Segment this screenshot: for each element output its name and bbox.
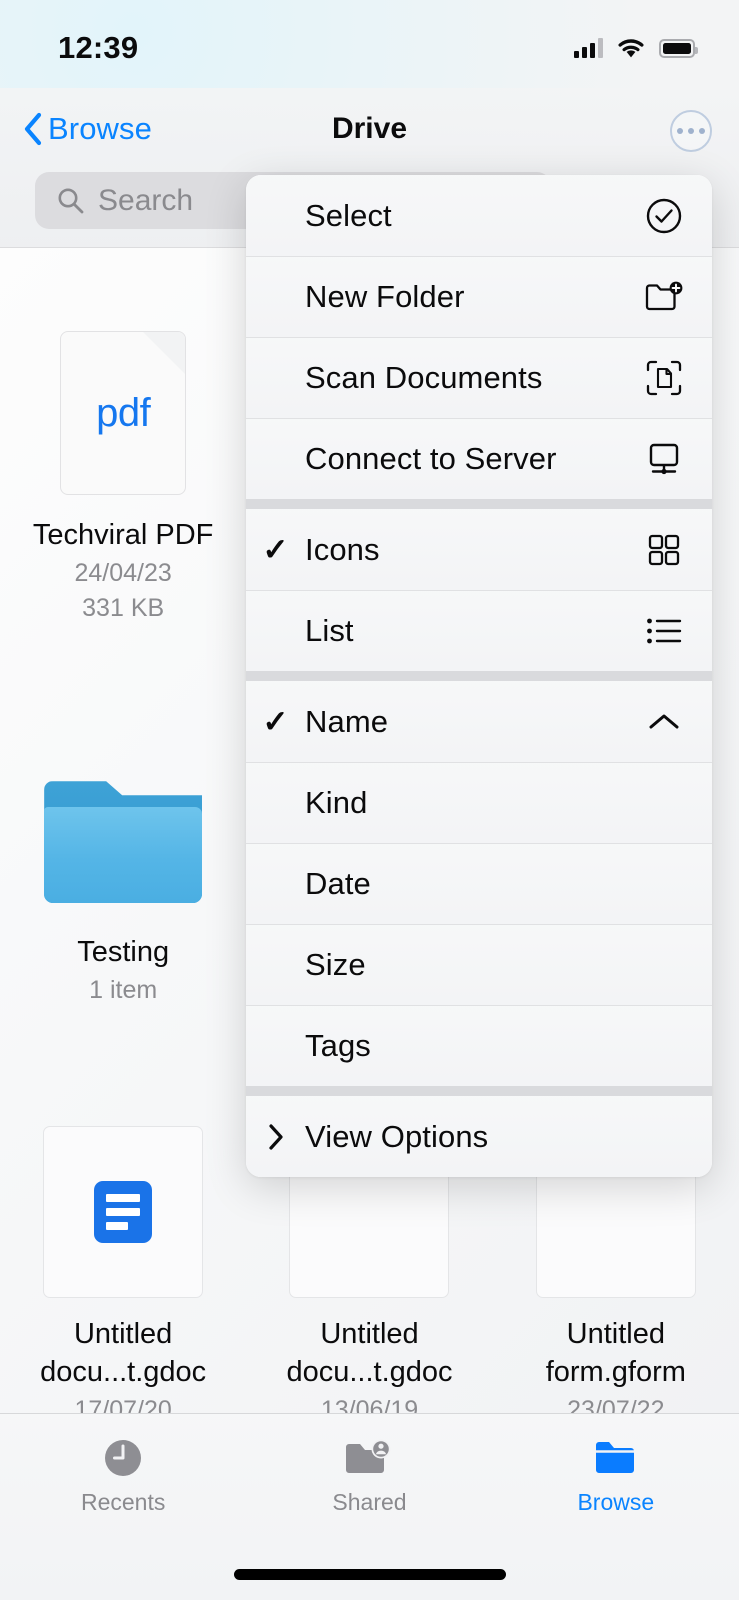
gdoc-glyph (94, 1181, 152, 1243)
file-date: 17/07/20 (75, 1394, 172, 1414)
menu-item-sort-kind[interactable]: Kind (246, 762, 712, 843)
menu-item-select[interactable]: Select (246, 175, 712, 256)
folder-filled-icon (590, 1434, 642, 1482)
search-icon (57, 187, 84, 214)
menu-separator (246, 499, 712, 509)
file-size: 331 KB (82, 592, 164, 625)
menu-item-sort-name[interactable]: ✓ Name (246, 681, 712, 762)
menu-item-connect-to-server[interactable]: Connect to Server (246, 418, 712, 499)
file-tile-pdf[interactable]: pdf Techviral PDF 24/04/23 331 KB (0, 318, 246, 625)
thumbnail (43, 1117, 203, 1307)
thumbnail (43, 735, 203, 925)
menu-item-view-options[interactable]: View Options (246, 1096, 712, 1177)
file-item-count: 1 item (89, 974, 157, 1007)
status-bar-time: 12:39 (58, 30, 138, 66)
menu-separator (246, 1086, 712, 1096)
ellipsis-dot (699, 128, 705, 134)
clock-icon (101, 1434, 145, 1482)
file-name: Untitled form.gform (511, 1316, 721, 1391)
thumbnail: pdf (43, 318, 203, 508)
menu-item-label: List (305, 613, 642, 649)
menu-checkmark: ✓ (246, 532, 305, 568)
checkmark-circle-icon (642, 197, 686, 235)
scan-document-icon (642, 359, 686, 397)
tab-recents[interactable]: Recents (38, 1434, 208, 1516)
menu-item-label: Scan Documents (305, 360, 642, 396)
menu-item-label: New Folder (305, 279, 642, 315)
menu-item-sort-tags[interactable]: Tags (246, 1005, 712, 1086)
folder-person-icon (343, 1434, 395, 1482)
file-date: 13/06/19 (321, 1394, 418, 1414)
tab-browse[interactable]: Browse (531, 1434, 701, 1516)
status-bar-indicators (574, 37, 695, 59)
tab-bar: Recents Shared Browse (0, 1413, 739, 1600)
folder-icon (44, 781, 202, 903)
page-title: Drive (0, 88, 739, 170)
menu-item-sort-size[interactable]: Size (246, 924, 712, 1005)
file-tile-gdoc-1[interactable]: Untitled docu...t.gdoc 17/07/20 (0, 1117, 246, 1413)
phone-screen: 12:39 Browse Drive (0, 0, 739, 1600)
more-options-button[interactable] (670, 110, 712, 152)
tab-shared[interactable]: Shared (284, 1434, 454, 1516)
menu-checkmark: ✓ (246, 704, 305, 740)
context-menu: Select New Folder Scan Documents (246, 175, 712, 1177)
menu-item-label: Icons (305, 532, 642, 568)
menu-item-label: Select (305, 198, 642, 234)
menu-item-sort-date[interactable]: Date (246, 843, 712, 924)
menu-item-label: Name (305, 704, 642, 740)
menu-item-scan-documents[interactable]: Scan Documents (246, 337, 712, 418)
list-bullet-icon (642, 616, 686, 646)
grid-2x2-icon (642, 533, 686, 567)
search-placeholder: Search (98, 184, 193, 218)
folder-badge-plus-icon (642, 279, 686, 315)
chevron-right-icon (246, 1122, 305, 1152)
menu-item-label: Connect to Server (305, 441, 642, 477)
menu-item-icons[interactable]: ✓ Icons (246, 509, 712, 590)
google-docs-icon (43, 1126, 203, 1298)
file-date: 23/07/22 (567, 1394, 664, 1414)
file-name: Techviral PDF (33, 517, 214, 555)
ellipsis-dot (677, 128, 683, 134)
wifi-icon (616, 37, 646, 59)
menu-item-label: Tags (305, 1028, 642, 1064)
tab-label: Browse (577, 1489, 654, 1516)
chevron-up-icon (642, 711, 686, 733)
menu-separator (246, 671, 712, 681)
menu-item-label: Size (305, 947, 642, 983)
home-indicator[interactable] (234, 1569, 506, 1580)
cellular-signal-icon (574, 38, 603, 58)
menu-item-label: View Options (305, 1119, 642, 1155)
file-name: Untitled docu...t.gdoc (18, 1316, 228, 1391)
display-network-icon (642, 440, 686, 478)
pdf-thumb-label: pdf (96, 391, 150, 436)
file-name: Untitled docu...t.gdoc (264, 1316, 474, 1391)
file-name: Testing (77, 934, 169, 972)
tab-label: Recents (81, 1489, 165, 1516)
menu-item-label: Date (305, 866, 642, 902)
file-date: 24/04/23 (75, 557, 172, 590)
file-tile-folder[interactable]: Testing 1 item (0, 735, 246, 1007)
pdf-document-icon: pdf (60, 331, 186, 495)
page-fold (143, 332, 185, 374)
status-bar: 12:39 (0, 0, 739, 88)
menu-item-label: Kind (305, 785, 642, 821)
tab-label: Shared (332, 1489, 406, 1516)
menu-item-new-folder[interactable]: New Folder (246, 256, 712, 337)
battery-icon (659, 39, 695, 58)
menu-item-list[interactable]: List (246, 590, 712, 671)
ellipsis-dot (688, 128, 694, 134)
